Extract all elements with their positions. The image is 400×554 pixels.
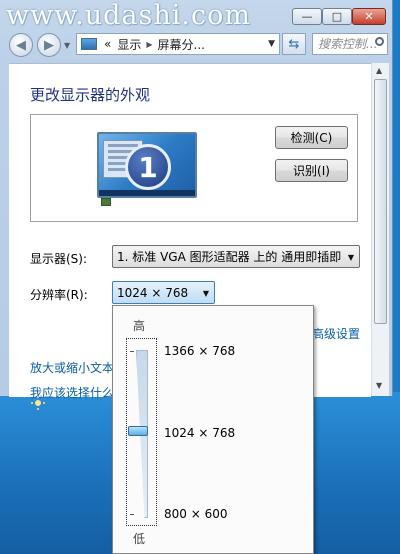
search-input[interactable]: 搜索控制... (312, 33, 388, 55)
mini-taskbar (99, 190, 195, 196)
resolution-slider-thumb[interactable] (128, 426, 148, 436)
minimize-icon: — (301, 10, 313, 23)
slider-tick (130, 514, 134, 515)
chevron-down-icon: ▼ (202, 289, 209, 298)
monitor-number-badge: 1 (125, 144, 171, 190)
high-label: 高 (133, 319, 146, 333)
monitor-icon (81, 38, 97, 50)
detect-button[interactable]: 检测(C) (275, 126, 348, 149)
minimize-button[interactable]: — (292, 8, 322, 25)
resolution-option[interactable]: 800 × 600 (164, 507, 228, 521)
address-bar[interactable]: « 显示 ▶ 屏幕分... ▼ (76, 33, 280, 55)
search-placeholder: 搜索控制... (318, 37, 378, 51)
resolution-label: 分辨率(R): (30, 288, 88, 302)
chevron-down-icon: ▼ (347, 253, 354, 262)
watermark-text: www.udashi.com (6, 0, 251, 31)
start-orb-icon (101, 198, 111, 206)
forward-arrow-icon: ▶ (44, 37, 54, 53)
recent-pages-dropdown-icon[interactable]: ▼ (64, 41, 70, 50)
text-size-link[interactable]: 放大或缩小文本 (30, 359, 114, 376)
breadcrumb-separator-icon[interactable]: ▶ (146, 40, 152, 49)
close-button[interactable]: ✕ (352, 8, 386, 25)
breadcrumb-resolution[interactable]: 屏幕分... (158, 36, 205, 53)
search-icon (375, 37, 384, 46)
forward-button[interactable]: ▶ (37, 33, 61, 57)
resolution-select-value: 1024 × 768 (117, 285, 189, 300)
display-select-value: 1. 标准 VGA 图形适配器 上的 通用即插即 (117, 250, 342, 264)
display-select[interactable]: 1. 标准 VGA 图形适配器 上的 通用即插即 ▼ (112, 245, 360, 268)
resolution-select[interactable]: 1024 × 768 ▼ (112, 281, 215, 304)
identify-button[interactable]: 识别(I) (275, 159, 348, 182)
scrollbar-thumb[interactable] (374, 79, 387, 324)
slider-tick (130, 351, 134, 352)
resolution-option[interactable]: 1366 × 768 (164, 344, 235, 358)
maximize-button[interactable]: □ (322, 8, 352, 25)
scroll-down-icon[interactable]: ▼ (376, 381, 382, 390)
advanced-settings-link[interactable]: 高级设置 (312, 325, 360, 342)
resolution-option[interactable]: 1024 × 768 (164, 426, 235, 440)
display-label: 显示器(S): (30, 252, 88, 266)
sun-icon (31, 396, 45, 410)
resolution-dropdown[interactable]: 高 1366 × 768 1024 × 768 800 × 600 低 (112, 305, 314, 554)
breadcrumb-overflow[interactable]: « (104, 37, 111, 51)
breadcrumb-display[interactable]: 显示 (117, 36, 141, 53)
refresh-icon: ⇆ (288, 36, 300, 52)
maximize-icon: □ (331, 10, 343, 23)
back-arrow-icon: ◀ (16, 37, 26, 53)
low-label: 低 (133, 532, 146, 546)
vertical-scrollbar[interactable]: ▲ ▼ (371, 63, 389, 396)
scroll-up-icon[interactable]: ▲ (376, 66, 382, 75)
address-dropdown-icon[interactable]: ▼ (268, 39, 275, 49)
monitor-1-thumbnail[interactable]: 1 (97, 132, 197, 198)
close-icon: ✕ (364, 10, 374, 23)
page-title: 更改显示器的外观 (30, 86, 151, 104)
back-button[interactable]: ◀ (9, 33, 33, 57)
refresh-button[interactable]: ⇆ (282, 33, 306, 55)
